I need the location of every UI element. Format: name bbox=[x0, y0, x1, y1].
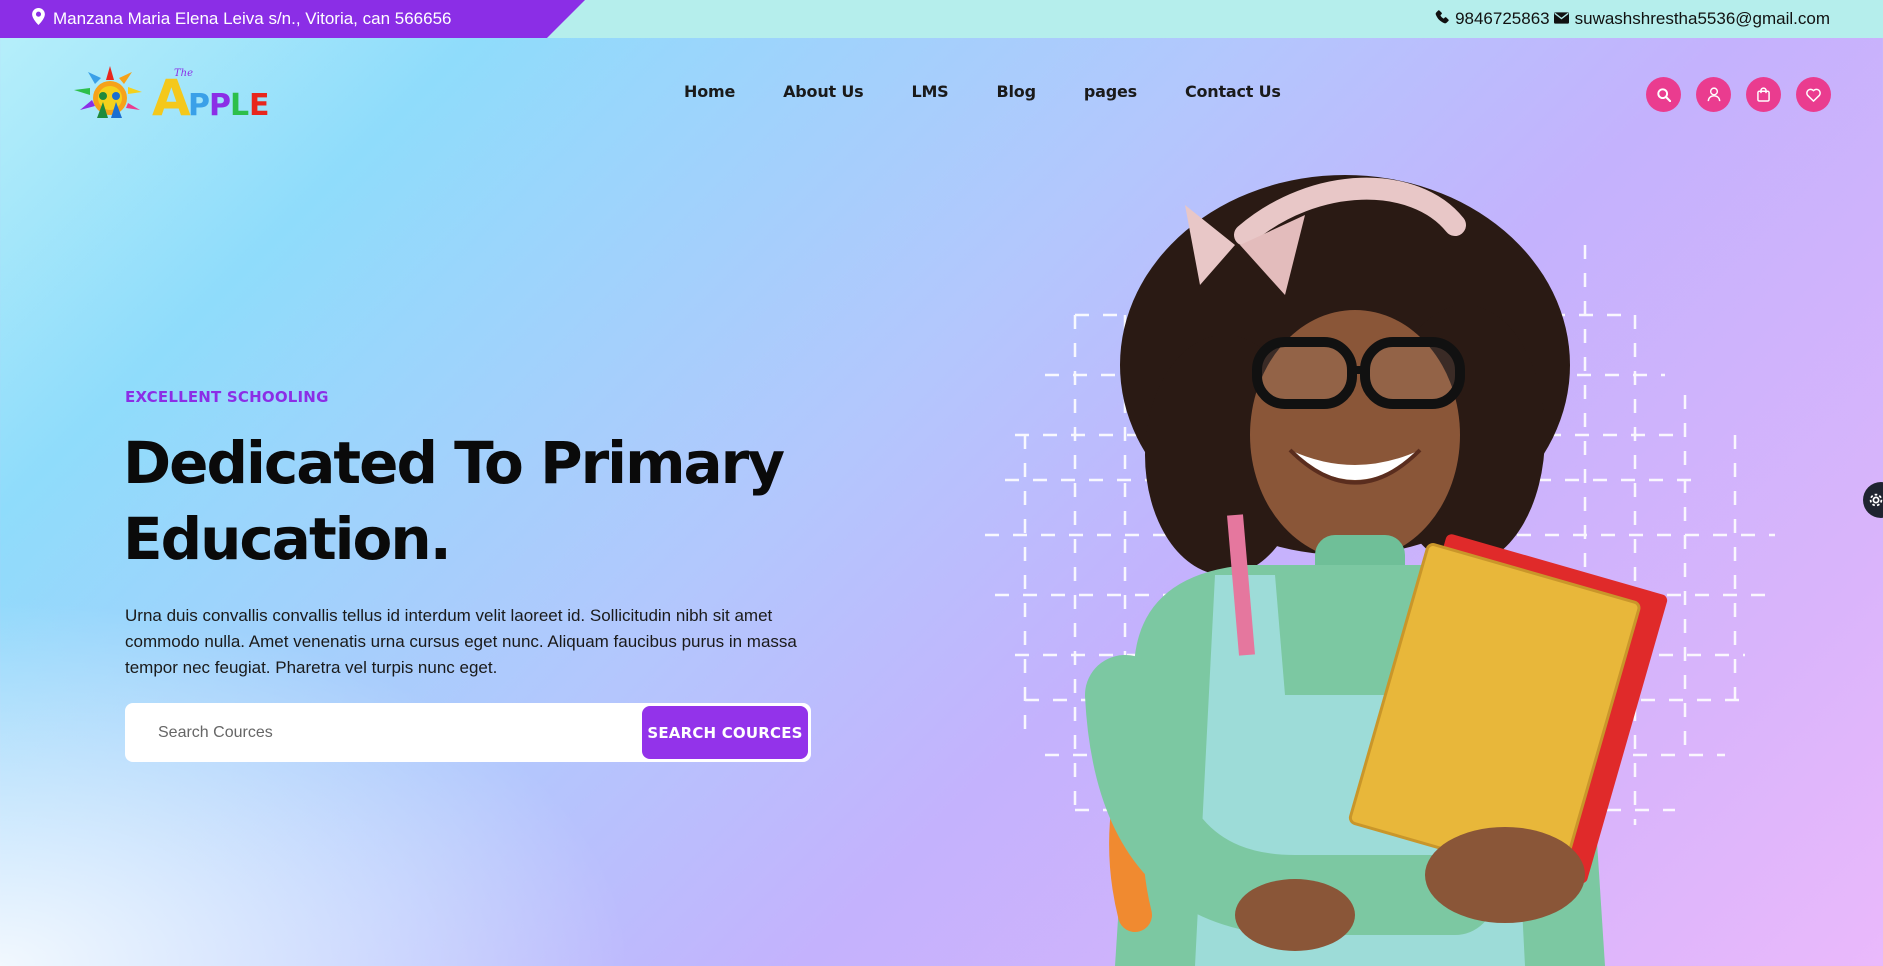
phone-number: 9846725863 bbox=[1455, 9, 1550, 28]
nav-about-us[interactable]: About Us bbox=[783, 82, 864, 101]
svg-text:L: L bbox=[230, 88, 249, 123]
user-icon bbox=[1707, 87, 1720, 102]
nav-contact-us[interactable]: Contact Us bbox=[1185, 82, 1281, 101]
header-actions bbox=[1646, 77, 1831, 112]
hero-headline-line2: Education. bbox=[123, 505, 452, 573]
hero-headline: Dedicated To Primary Education. bbox=[123, 425, 843, 577]
topbar: Manzana Maria Elena Leiva s/n., Vitoria,… bbox=[0, 0, 1883, 38]
phone-icon bbox=[1435, 9, 1449, 29]
shopping-bag-icon bbox=[1757, 87, 1770, 102]
topbar-contact: 9846725863 suwashshrestha5536@gmail.com bbox=[1435, 0, 1830, 38]
nav-lms[interactable]: LMS bbox=[911, 82, 948, 101]
nav-pages[interactable]: pages bbox=[1084, 82, 1137, 101]
site-logo[interactable]: The A P P L E bbox=[70, 60, 285, 128]
svg-text:P: P bbox=[209, 88, 231, 123]
hero-student-image bbox=[985, 135, 1785, 966]
nav-home[interactable]: Home bbox=[684, 82, 735, 101]
heart-icon bbox=[1806, 88, 1821, 102]
hero-eyebrow: EXCELLENT SCHOOLING bbox=[125, 388, 329, 406]
account-button[interactable] bbox=[1696, 77, 1731, 112]
search-icon bbox=[1656, 87, 1671, 102]
nav-blog[interactable]: Blog bbox=[997, 82, 1037, 101]
svg-text:E: E bbox=[249, 88, 270, 123]
search-courses-button[interactable]: SEARCH COURCES bbox=[642, 706, 808, 759]
sun-emblem-icon bbox=[74, 66, 142, 118]
settings-toggle-button[interactable] bbox=[1863, 482, 1883, 518]
main-nav: Home About Us LMS Blog pages Contact Us bbox=[684, 82, 1281, 101]
hero-headline-line1: Dedicated To Primary bbox=[123, 429, 785, 497]
gear-icon bbox=[1869, 493, 1883, 507]
address-text: Manzana Maria Elena Leiva s/n., Vitoria,… bbox=[53, 9, 452, 28]
svg-text:P: P bbox=[188, 88, 210, 123]
search-button[interactable] bbox=[1646, 77, 1681, 112]
wishlist-button[interactable] bbox=[1796, 77, 1831, 112]
cart-button[interactable] bbox=[1746, 77, 1781, 112]
course-search-form: SEARCH COURCES bbox=[125, 703, 811, 762]
topbar-address: Manzana Maria Elena Leiva s/n., Vitoria,… bbox=[0, 0, 585, 38]
svg-text:A: A bbox=[152, 69, 191, 127]
email-address: suwashshrestha5536@gmail.com bbox=[1574, 9, 1830, 28]
hero-description: Urna duis convallis convallis tellus id … bbox=[125, 606, 797, 677]
course-search-input[interactable] bbox=[128, 706, 642, 759]
phone-link[interactable]: 9846725863 bbox=[1435, 9, 1550, 29]
envelope-icon bbox=[1553, 9, 1569, 29]
email-link[interactable]: suwashshrestha5536@gmail.com bbox=[1553, 9, 1830, 29]
location-pin-icon bbox=[32, 8, 45, 30]
